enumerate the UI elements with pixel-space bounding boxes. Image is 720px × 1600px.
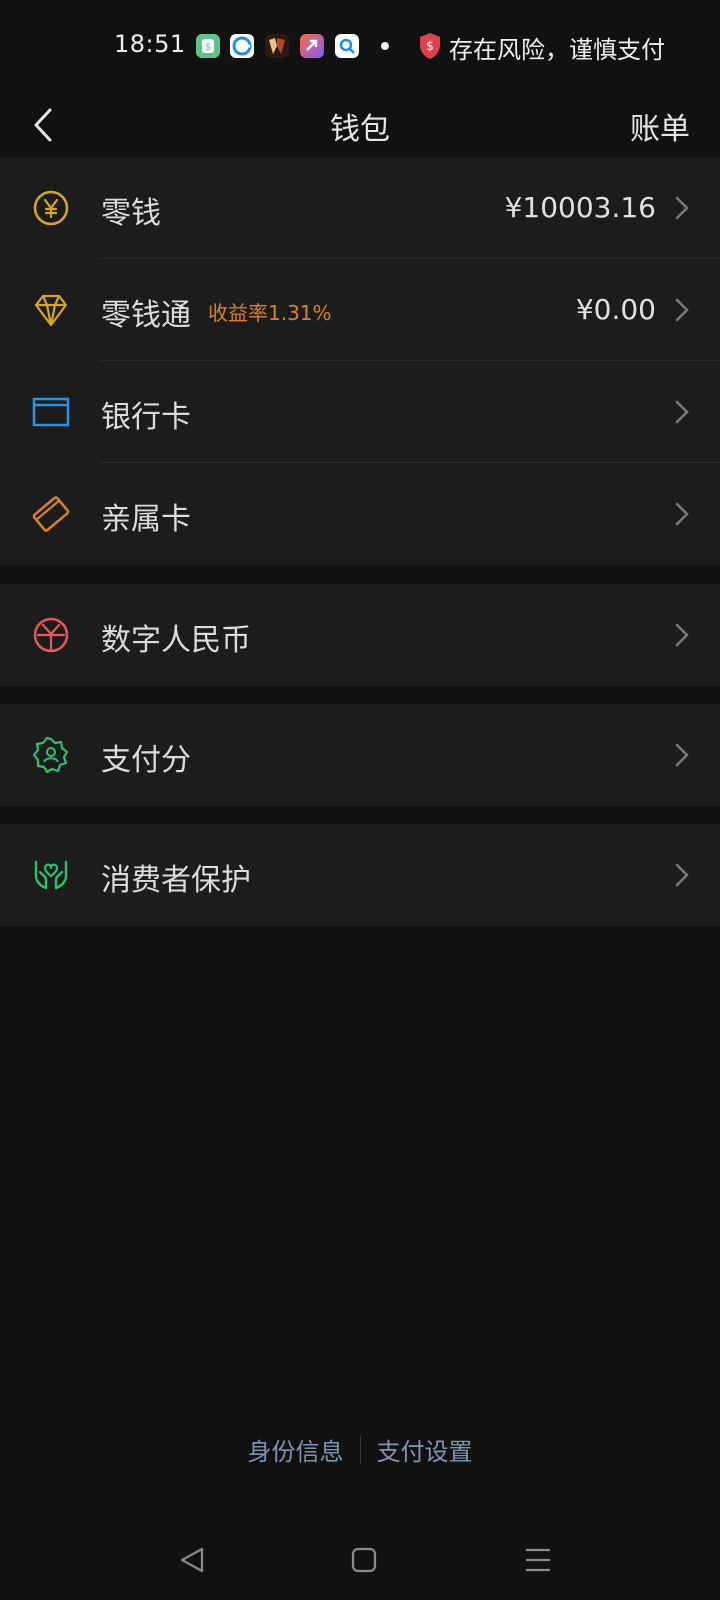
wallet-group-digital-rmb: 数字人民币 [0, 584, 720, 686]
row-label: 银行卡 [101, 400, 191, 435]
svg-text:$: $ [426, 39, 434, 53]
yuan-coin-icon [33, 190, 69, 226]
bill-button[interactable]: 账单 [630, 104, 690, 148]
back-nav-icon [180, 1547, 204, 1573]
row-bank-card[interactable]: 银行卡 [0, 361, 720, 463]
chevron-right-icon [675, 400, 689, 424]
game-app-icon [265, 34, 289, 58]
row-label: 消费者保护 [101, 863, 251, 898]
system-nav-bar [0, 1530, 720, 1600]
risk-shield-icon: $ [418, 32, 442, 60]
chevron-right-icon [675, 298, 689, 322]
shortcut-app-icon [300, 34, 324, 58]
pay-settings-link[interactable]: 支付设置 [377, 1432, 473, 1467]
row-label: 零钱通 [101, 298, 191, 333]
chevron-right-icon [675, 623, 689, 647]
change-pass-balance: ¥0.00 [575, 293, 656, 326]
home-nav-icon [351, 1547, 377, 1573]
chevron-right-icon [675, 743, 689, 767]
status-bar: 18:51 $ $ 存在风险，谨慎支付 [0, 0, 720, 92]
browser-app-icon [230, 34, 254, 58]
row-digital-rmb[interactable]: 数字人民币 [0, 584, 720, 686]
digital-rmb-icon [33, 617, 69, 653]
nav-back-button[interactable] [172, 1540, 212, 1580]
chevron-right-icon [675, 502, 689, 526]
header: 钱包 账单 [0, 92, 720, 156]
identity-info-link[interactable]: 身份信息 [248, 1432, 344, 1467]
row-change[interactable]: 零钱 ¥10003.16 [0, 157, 720, 259]
chevron-right-icon [675, 196, 689, 220]
wallet-group-funds: 零钱 ¥10003.16 零钱通 收益率1.31% ¥0.00 银行卡 亲属卡 [0, 157, 720, 565]
nav-home-button[interactable] [344, 1540, 384, 1580]
footer-links: 身份信息 支付设置 [0, 1432, 720, 1467]
nav-menu-button[interactable] [518, 1540, 558, 1580]
page-title: 钱包 [330, 112, 390, 147]
diamond-icon [34, 294, 68, 327]
row-label: 数字人民币 [101, 623, 251, 658]
row-pay-score[interactable]: 支付分 [0, 704, 720, 806]
bank-card-icon [32, 397, 70, 427]
svg-text:$: $ [205, 42, 211, 53]
wallet-group-pay-score: 支付分 [0, 704, 720, 806]
row-consumer-protection[interactable]: 消费者保护 [0, 824, 720, 926]
row-label: 支付分 [101, 743, 191, 778]
footer-divider [359, 1435, 361, 1464]
row-family-card[interactable]: 亲属卡 [0, 463, 720, 565]
notification-dot [381, 42, 389, 50]
chevron-right-icon [675, 863, 689, 887]
status-time: 18:51 [114, 30, 186, 58]
risk-warning-text[interactable]: 存在风险，谨慎支付 [449, 30, 665, 65]
search-app-icon [335, 34, 359, 58]
consumer-protection-icon [34, 860, 68, 890]
row-label: 零钱 [101, 196, 161, 231]
yield-rate-tag: 收益率1.31% [208, 301, 332, 325]
money-app-icon: $ [196, 34, 220, 58]
menu-nav-icon [526, 1548, 550, 1572]
row-label: 亲属卡 [101, 502, 191, 537]
change-balance: ¥10003.16 [504, 191, 656, 224]
family-card-icon [32, 496, 70, 532]
row-change-pass[interactable]: 零钱通 收益率1.31% ¥0.00 [0, 259, 720, 361]
wallet-group-consumer-protection: 消费者保护 [0, 824, 720, 926]
pay-score-icon [32, 736, 69, 774]
